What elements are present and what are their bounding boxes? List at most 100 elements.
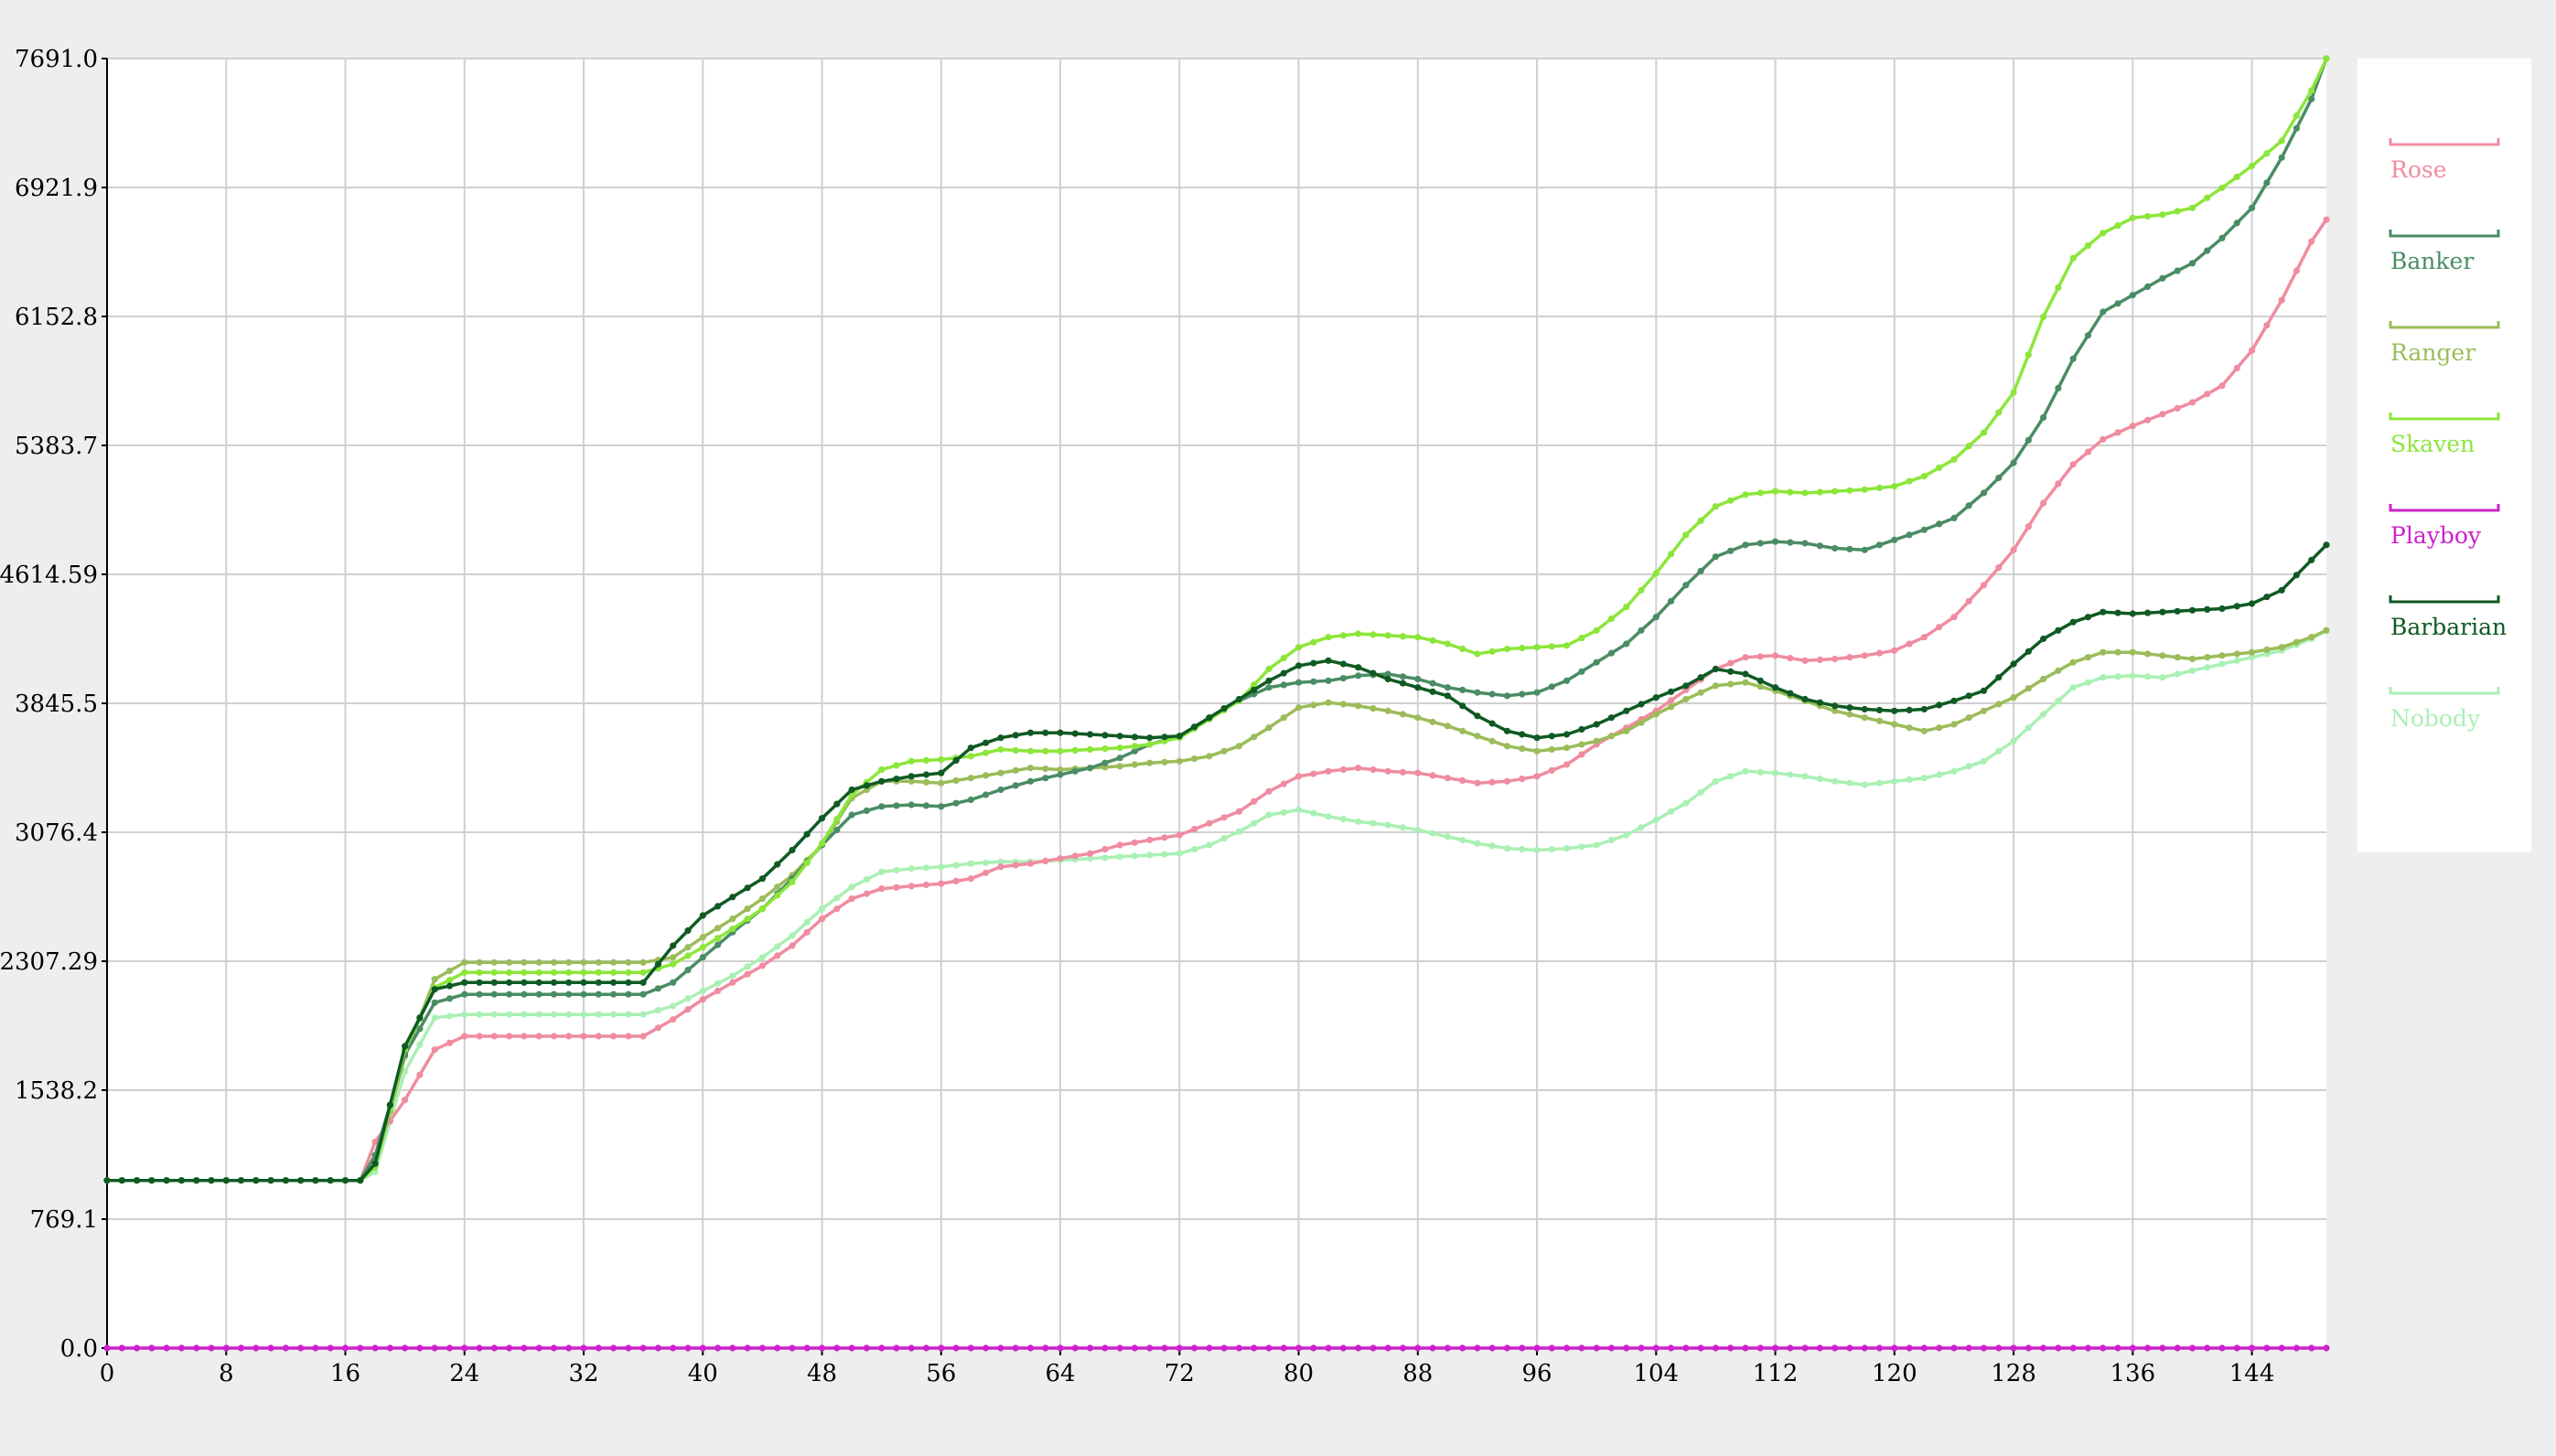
data-point	[610, 979, 618, 986]
data-point	[1429, 830, 1436, 837]
data-point	[2159, 652, 2166, 659]
data-point	[1310, 701, 1317, 709]
data-point	[2069, 1344, 2077, 1352]
data-point	[1965, 502, 1972, 509]
data-point	[1012, 1344, 1019, 1352]
data-point	[1668, 808, 1675, 815]
data-point	[1697, 674, 1704, 681]
data-point	[1668, 697, 1675, 704]
data-point	[506, 1033, 513, 1040]
data-point	[1787, 488, 1794, 496]
data-point	[2174, 670, 2181, 678]
data-point	[103, 1344, 111, 1352]
data-point	[714, 987, 722, 995]
data-point	[2084, 679, 2092, 686]
data-point	[2233, 364, 2240, 371]
data-point	[1399, 824, 1407, 831]
data-point	[1756, 653, 1764, 660]
data-point	[1593, 626, 1600, 634]
data-point	[177, 1344, 185, 1352]
data-point	[476, 969, 483, 976]
data-point	[1772, 652, 1779, 659]
data-point	[490, 1344, 498, 1352]
data-point	[729, 1344, 736, 1352]
data-point	[1071, 1344, 1079, 1352]
data-point	[1012, 746, 1019, 755]
data-point	[1816, 1344, 1823, 1352]
data-point	[1265, 1344, 1273, 1352]
data-point	[1756, 677, 1764, 684]
data-point	[1429, 1344, 1436, 1352]
y-tick-label: 2307.29	[0, 948, 98, 976]
data-point	[1191, 1344, 1198, 1352]
data-point	[1161, 834, 1168, 841]
data-point	[1846, 779, 1853, 787]
x-tick-label: 8	[219, 1360, 234, 1387]
data-point	[2263, 179, 2271, 187]
data-point	[818, 915, 826, 923]
data-point	[1668, 688, 1675, 695]
data-point	[1816, 488, 1823, 496]
data-point	[1742, 654, 1749, 661]
data-point	[461, 958, 468, 966]
data-point	[1668, 703, 1675, 711]
data-point	[550, 990, 558, 998]
data-point	[952, 776, 960, 785]
data-point	[2278, 586, 2285, 594]
y-tick-label: 6921.9	[15, 175, 98, 202]
data-point	[1623, 707, 1630, 714]
data-point	[2069, 355, 2077, 362]
data-point	[446, 1344, 454, 1352]
data-point	[521, 1011, 528, 1018]
data-point	[1101, 759, 1109, 766]
data-point	[2249, 162, 2256, 170]
data-point	[833, 894, 841, 902]
data-point	[2308, 87, 2315, 94]
data-point	[625, 990, 632, 998]
data-point	[2263, 594, 2271, 601]
data-point	[1563, 744, 1571, 752]
data-point	[1801, 695, 1809, 703]
data-point	[967, 1344, 974, 1352]
data-point	[1712, 682, 1719, 690]
data-point	[1429, 680, 1436, 687]
data-point	[252, 1344, 260, 1352]
data-point	[580, 1344, 587, 1352]
data-point	[1787, 1344, 1794, 1352]
data-point	[193, 1177, 200, 1184]
data-point	[1369, 765, 1377, 774]
data-point	[1816, 776, 1823, 783]
data-point	[1429, 637, 1436, 644]
data-point	[729, 915, 736, 923]
data-point	[1503, 727, 1511, 734]
data-point	[1965, 763, 1972, 770]
x-tick-label: 80	[1283, 1360, 1314, 1387]
data-point	[267, 1344, 274, 1352]
data-point	[1593, 1344, 1600, 1352]
data-point	[1399, 711, 1407, 718]
data-point	[2100, 308, 2107, 316]
data-point	[2114, 1344, 2121, 1352]
data-point	[2249, 648, 2256, 656]
data-point	[580, 990, 587, 998]
data-point	[997, 1344, 1004, 1352]
data-point	[1563, 761, 1571, 768]
data-point	[1265, 677, 1273, 684]
x-tick-label: 128	[1991, 1360, 2036, 1387]
data-point	[1488, 648, 1496, 655]
data-point	[967, 775, 974, 782]
data-point	[461, 990, 468, 998]
data-point	[2084, 332, 2092, 339]
data-point	[2204, 654, 2211, 661]
data-point	[1936, 1344, 1943, 1352]
data-point	[1519, 776, 1526, 783]
data-point	[699, 987, 706, 995]
data-point	[1026, 860, 1035, 867]
data-point	[1875, 706, 1884, 714]
data-point	[118, 1344, 125, 1352]
data-point	[1727, 497, 1734, 504]
data-point	[237, 1177, 245, 1184]
data-point	[714, 935, 722, 942]
data-point	[983, 791, 990, 798]
data-point	[1369, 631, 1377, 638]
